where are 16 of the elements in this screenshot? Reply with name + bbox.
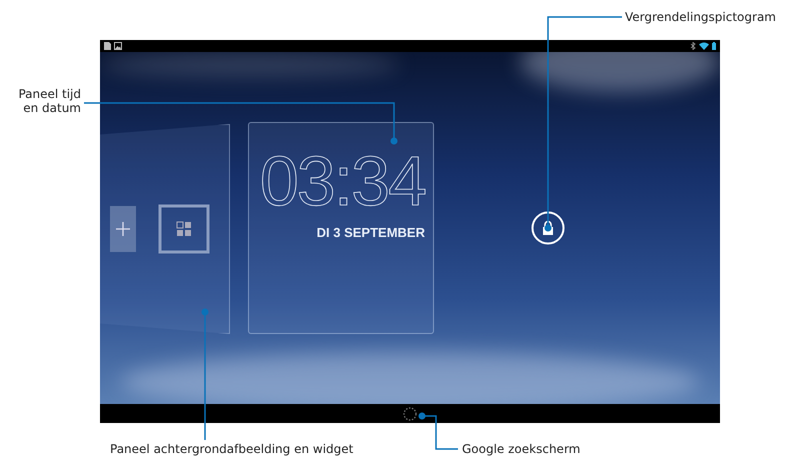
- callout-label: Paneel tijd en datum: [17, 87, 81, 115]
- search-ring-icon[interactable]: [403, 406, 417, 420]
- lock-icon[interactable]: [531, 211, 565, 245]
- bluetooth-icon: [690, 42, 696, 50]
- clock-time: 03:34: [260, 143, 425, 219]
- document-icon: [104, 42, 111, 50]
- battery-icon: [712, 42, 716, 50]
- callout-label: Paneel achtergrondafbeelding en widget: [110, 442, 354, 456]
- widget-grid-icon[interactable]: [158, 204, 210, 254]
- wifi-icon: [699, 42, 709, 50]
- clock-date: DI 3 SEPTEMBER: [316, 225, 425, 240]
- image-icon: [114, 42, 122, 50]
- callout-label: Vergrendelingspictogram: [625, 10, 776, 24]
- leader-line: [418, 412, 458, 450]
- add-widget-icon[interactable]: [110, 206, 136, 252]
- callout-label: Google zoekscherm: [462, 442, 580, 456]
